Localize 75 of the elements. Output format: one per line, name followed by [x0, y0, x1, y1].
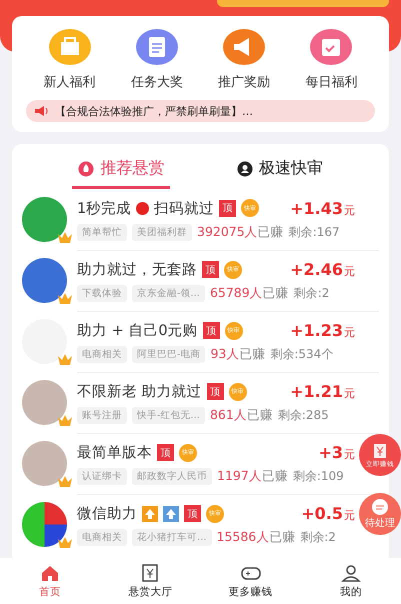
earned-count: 93人已赚	[210, 346, 266, 363]
task-reward: +2.46元	[290, 260, 355, 279]
remaining-count: 剩余:534个	[270, 346, 334, 363]
task-title[interactable]: 最简单版本	[77, 443, 152, 462]
task-title[interactable]: 助力 + 自己0元购	[77, 321, 198, 340]
yen-icon	[371, 442, 389, 460]
crown-icon	[57, 535, 73, 549]
task-reward: +1.23 元	[290, 321, 355, 340]
earned-count: 861人已赚	[210, 407, 273, 424]
crown-icon	[57, 413, 73, 427]
task-tag: 认证绑卡	[77, 468, 127, 485]
home-icon	[40, 564, 60, 582]
flame-icon	[78, 160, 94, 176]
task-tag: 电商相关	[77, 346, 127, 363]
basket-icon[interactable]	[48, 28, 92, 66]
task-reward: +1.43 元	[290, 198, 355, 218]
nav-tab[interactable]: 更多赚钱	[216, 564, 286, 598]
task-tag: 下载体验	[77, 285, 127, 302]
tab[interactable]: 极速快审	[230, 154, 329, 189]
tab[interactable]: 推荐悬赏	[72, 154, 170, 189]
person-icon	[340, 564, 361, 582]
shortcut-label[interactable]: 新人福利	[44, 73, 96, 91]
nav-tab[interactable]: 悬赏大厅	[115, 564, 186, 598]
task-tag: 账号注册	[77, 407, 127, 424]
person-icon	[236, 160, 253, 176]
task-tag: 京东金融-领…	[132, 285, 205, 302]
remaining-count: 剩余:167	[288, 224, 340, 240]
clipboard-icon[interactable]	[134, 28, 179, 66]
task-tag: 快手-红包无…	[132, 407, 205, 424]
task-title[interactable]: 扫码就过	[154, 198, 214, 218]
yen-icon	[140, 564, 160, 582]
earned-count: 15586人已赚	[216, 529, 296, 546]
task-reward: +3 元	[318, 443, 355, 462]
top-badge: 顶	[202, 261, 219, 278]
nav-tab[interactable]: 首页	[15, 564, 86, 598]
shortcut-label[interactable]: 每日福利	[305, 73, 358, 91]
speaker-icon	[34, 105, 50, 117]
task-title[interactable]: 助力就过，无套路	[77, 260, 197, 279]
task-reward: +0.5 元	[301, 504, 355, 523]
notice-text: 【合规合法体验推广，严禁刷单刷量】…	[55, 104, 253, 118]
top-badge: 顶	[157, 444, 174, 461]
shortcut-label[interactable]: 任务大奖	[130, 73, 183, 91]
remaining-count: 剩余:2	[294, 285, 330, 302]
task-tag: 阿里巴巴-电商	[132, 346, 206, 363]
earned-count: 65789人已赚	[210, 285, 289, 302]
earned-count: 1197人已赚	[217, 468, 288, 485]
top-badge: 顶	[206, 383, 224, 400]
task-title[interactable]: 1秒完成	[77, 198, 132, 218]
task-tag: 简单帮忙	[77, 224, 127, 240]
megaphone-icon[interactable]	[222, 28, 266, 66]
remaining-count: 剩余:2	[300, 529, 336, 546]
task-tag: 美团福利群	[132, 224, 192, 240]
chat-icon	[371, 498, 389, 516]
top-badge: 顶	[202, 322, 220, 339]
calendar-icon[interactable]	[309, 28, 354, 66]
crown-icon	[57, 474, 73, 488]
up-arrow-icon	[163, 506, 179, 522]
crown-icon	[57, 291, 73, 305]
remaining-count: 剩余:285	[278, 407, 329, 424]
task-tag: 邮政数字人民币	[132, 468, 212, 485]
dot-icon	[136, 202, 150, 214]
task-reward: +1.21 元	[290, 382, 355, 401]
top-badge: 顶	[184, 505, 201, 522]
up-arrow-icon	[142, 506, 158, 522]
crown-icon	[57, 230, 73, 244]
top-badge: 顶	[219, 200, 236, 216]
task-tag: 电商相关	[77, 529, 127, 546]
earned-count: 392075人已赚	[197, 224, 284, 240]
task-title[interactable]: 微信助力	[77, 504, 137, 523]
remaining-count: 剩余:109	[292, 468, 344, 485]
task-tag: 花小猪打车可…	[132, 529, 212, 546]
nav-tab[interactable]: 我的	[316, 564, 386, 598]
shortcut-label[interactable]: 推广奖励	[218, 73, 270, 91]
crown-icon	[57, 352, 73, 366]
task-title[interactable]: 不限新老 助力就过	[77, 382, 202, 401]
